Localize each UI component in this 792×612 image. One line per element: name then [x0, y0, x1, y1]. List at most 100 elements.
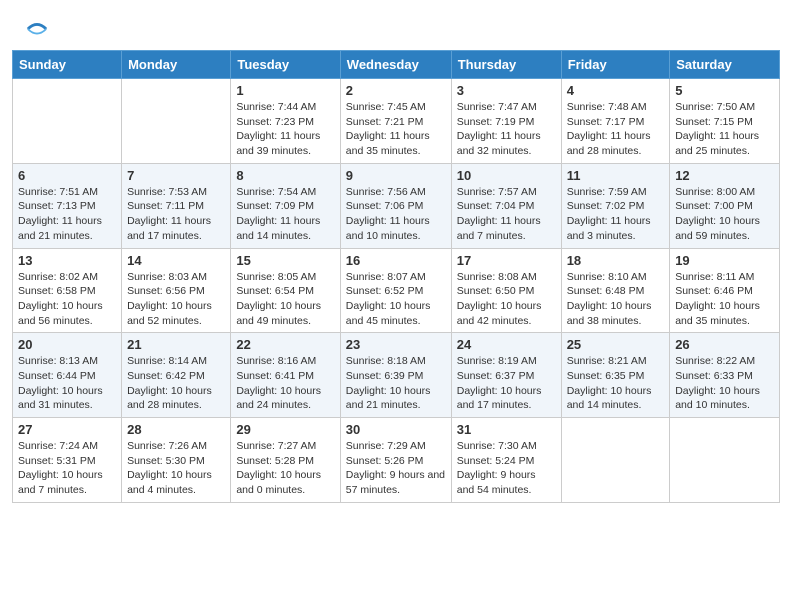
calendar-day-4: 4 Sunrise: 7:48 AMSunset: 7:17 PMDaylight… — [561, 79, 670, 164]
calendar-day-25: 25 Sunrise: 8:21 AMSunset: 6:35 PMDayligh… — [561, 333, 670, 418]
calendar-day-17: 17 Sunrise: 8:08 AMSunset: 6:50 PMDayligh… — [451, 248, 561, 333]
day-number: 11 — [567, 168, 665, 183]
day-info: Sunrise: 8:14 AMSunset: 6:42 PMDaylight:… — [127, 354, 225, 413]
day-info: Sunrise: 7:45 AMSunset: 7:21 PMDaylight:… — [346, 100, 446, 159]
col-header-thursday: Thursday — [451, 51, 561, 79]
empty-cell — [122, 79, 231, 164]
day-number: 12 — [675, 168, 774, 183]
day-number: 1 — [236, 83, 334, 98]
calendar-week-row: 13Sunrise: 8:02 AMSunset: 6:58 PMDayligh… — [13, 248, 780, 333]
calendar-table: SundayMondayTuesdayWednesdayThursdayFrid… — [12, 50, 780, 503]
day-info: Sunrise: 7:47 AMSunset: 7:19 PMDaylight:… — [457, 100, 556, 159]
calendar-day-7: 7 Sunrise: 7:53 AMSunset: 7:11 PMDaylight… — [122, 163, 231, 248]
day-info: Sunrise: 7:26 AMSunset: 5:30 PMDaylight:… — [127, 439, 225, 498]
day-info: Sunrise: 8:21 AMSunset: 6:35 PMDaylight:… — [567, 354, 665, 413]
day-number: 20 — [18, 337, 116, 352]
day-number: 28 — [127, 422, 225, 437]
col-header-friday: Friday — [561, 51, 670, 79]
day-number: 8 — [236, 168, 334, 183]
day-number: 29 — [236, 422, 334, 437]
calendar-day-24: 24 Sunrise: 8:19 AMSunset: 6:37 PMDayligh… — [451, 333, 561, 418]
day-info: Sunrise: 7:51 AMSunset: 7:13 PMDaylight:… — [18, 185, 116, 244]
calendar-day-14: 14 Sunrise: 8:03 AMSunset: 6:56 PMDayligh… — [122, 248, 231, 333]
calendar-day-28: 28 Sunrise: 7:26 AMSunset: 5:30 PMDayligh… — [122, 418, 231, 503]
day-number: 27 — [18, 422, 116, 437]
calendar-day-23: 23 Sunrise: 8:18 AMSunset: 6:39 PMDayligh… — [340, 333, 451, 418]
col-header-sunday: Sunday — [13, 51, 122, 79]
day-info: Sunrise: 7:29 AMSunset: 5:26 PMDaylight:… — [346, 439, 446, 498]
day-number: 26 — [675, 337, 774, 352]
col-header-wednesday: Wednesday — [340, 51, 451, 79]
logo — [24, 18, 48, 40]
empty-cell — [670, 418, 780, 503]
day-number: 15 — [236, 253, 334, 268]
day-info: Sunrise: 8:10 AMSunset: 6:48 PMDaylight:… — [567, 270, 665, 329]
day-number: 10 — [457, 168, 556, 183]
col-header-tuesday: Tuesday — [231, 51, 340, 79]
empty-cell — [13, 79, 122, 164]
empty-cell — [561, 418, 670, 503]
day-info: Sunrise: 8:07 AMSunset: 6:52 PMDaylight:… — [346, 270, 446, 329]
day-info: Sunrise: 7:53 AMSunset: 7:11 PMDaylight:… — [127, 185, 225, 244]
calendar-day-12: 12 Sunrise: 8:00 AMSunset: 7:00 PMDayligh… — [670, 163, 780, 248]
header — [0, 0, 792, 50]
day-info: Sunrise: 7:30 AMSunset: 5:24 PMDaylight:… — [457, 439, 556, 498]
calendar-day-10: 10 Sunrise: 7:57 AMSunset: 7:04 PMDayligh… — [451, 163, 561, 248]
day-number: 21 — [127, 337, 225, 352]
day-number: 14 — [127, 253, 225, 268]
day-info: Sunrise: 8:03 AMSunset: 6:56 PMDaylight:… — [127, 270, 225, 329]
day-info: Sunrise: 7:44 AMSunset: 7:23 PMDaylight:… — [236, 100, 334, 159]
day-number: 17 — [457, 253, 556, 268]
calendar-day-22: 22Sunrise: 8:16 AMSunset: 6:41 PMDayligh… — [231, 333, 340, 418]
calendar-day-30: 30 Sunrise: 7:29 AMSunset: 5:26 PMDayligh… — [340, 418, 451, 503]
day-number: 3 — [457, 83, 556, 98]
col-header-monday: Monday — [122, 51, 231, 79]
day-info: Sunrise: 7:27 AMSunset: 5:28 PMDaylight:… — [236, 439, 334, 498]
day-number: 30 — [346, 422, 446, 437]
logo-icon — [26, 18, 48, 40]
day-info: Sunrise: 8:13 AMSunset: 6:44 PMDaylight:… — [18, 354, 116, 413]
day-number: 19 — [675, 253, 774, 268]
day-info: Sunrise: 7:24 AMSunset: 5:31 PMDaylight:… — [18, 439, 116, 498]
day-number: 16 — [346, 253, 446, 268]
calendar-day-6: 6 Sunrise: 7:51 AMSunset: 7:13 PMDaylight… — [13, 163, 122, 248]
day-number: 18 — [567, 253, 665, 268]
day-info: Sunrise: 8:18 AMSunset: 6:39 PMDaylight:… — [346, 354, 446, 413]
day-number: 6 — [18, 168, 116, 183]
calendar-day-26: 26Sunrise: 8:22 AMSunset: 6:33 PMDayligh… — [670, 333, 780, 418]
day-number: 31 — [457, 422, 556, 437]
calendar-day-5: 5Sunrise: 7:50 AMSunset: 7:15 PMDaylight… — [670, 79, 780, 164]
calendar-day-8: 8 Sunrise: 7:54 AMSunset: 7:09 PMDaylight… — [231, 163, 340, 248]
calendar-day-20: 20 Sunrise: 8:13 AMSunset: 6:44 PMDayligh… — [13, 333, 122, 418]
day-info: Sunrise: 7:56 AMSunset: 7:06 PMDaylight:… — [346, 185, 446, 244]
calendar-day-31: 31 Sunrise: 7:30 AMSunset: 5:24 PMDayligh… — [451, 418, 561, 503]
day-info: Sunrise: 7:54 AMSunset: 7:09 PMDaylight:… — [236, 185, 334, 244]
day-info: Sunrise: 7:48 AMSunset: 7:17 PMDaylight:… — [567, 100, 665, 159]
day-info: Sunrise: 8:08 AMSunset: 6:50 PMDaylight:… — [457, 270, 556, 329]
day-info: Sunrise: 8:19 AMSunset: 6:37 PMDaylight:… — [457, 354, 556, 413]
calendar-day-16: 16 Sunrise: 8:07 AMSunset: 6:52 PMDayligh… — [340, 248, 451, 333]
calendar-day-21: 21 Sunrise: 8:14 AMSunset: 6:42 PMDayligh… — [122, 333, 231, 418]
day-number: 9 — [346, 168, 446, 183]
calendar-day-29: 29 Sunrise: 7:27 AMSunset: 5:28 PMDayligh… — [231, 418, 340, 503]
day-number: 13 — [18, 253, 116, 268]
calendar-day-2: 2Sunrise: 7:45 AMSunset: 7:21 PMDaylight… — [340, 79, 451, 164]
day-info: Sunrise: 7:59 AMSunset: 7:02 PMDaylight:… — [567, 185, 665, 244]
calendar-day-3: 3 Sunrise: 7:47 AMSunset: 7:19 PMDaylight… — [451, 79, 561, 164]
day-number: 4 — [567, 83, 665, 98]
calendar-day-1: 1 Sunrise: 7:44 AMSunset: 7:23 PMDaylight… — [231, 79, 340, 164]
day-info: Sunrise: 7:57 AMSunset: 7:04 PMDaylight:… — [457, 185, 556, 244]
calendar-day-13: 13Sunrise: 8:02 AMSunset: 6:58 PMDayligh… — [13, 248, 122, 333]
calendar-week-row: 1 Sunrise: 7:44 AMSunset: 7:23 PMDaylight… — [13, 79, 780, 164]
day-info: Sunrise: 8:00 AMSunset: 7:00 PMDaylight:… — [675, 185, 774, 244]
day-number: 23 — [346, 337, 446, 352]
calendar-week-row: 20 Sunrise: 8:13 AMSunset: 6:44 PMDayligh… — [13, 333, 780, 418]
col-header-saturday: Saturday — [670, 51, 780, 79]
day-number: 24 — [457, 337, 556, 352]
day-number: 25 — [567, 337, 665, 352]
day-info: Sunrise: 8:11 AMSunset: 6:46 PMDaylight:… — [675, 270, 774, 329]
calendar-day-19: 19 Sunrise: 8:11 AMSunset: 6:46 PMDayligh… — [670, 248, 780, 333]
day-number: 5 — [675, 83, 774, 98]
day-number: 7 — [127, 168, 225, 183]
calendar-day-9: 9 Sunrise: 7:56 AMSunset: 7:06 PMDaylight… — [340, 163, 451, 248]
